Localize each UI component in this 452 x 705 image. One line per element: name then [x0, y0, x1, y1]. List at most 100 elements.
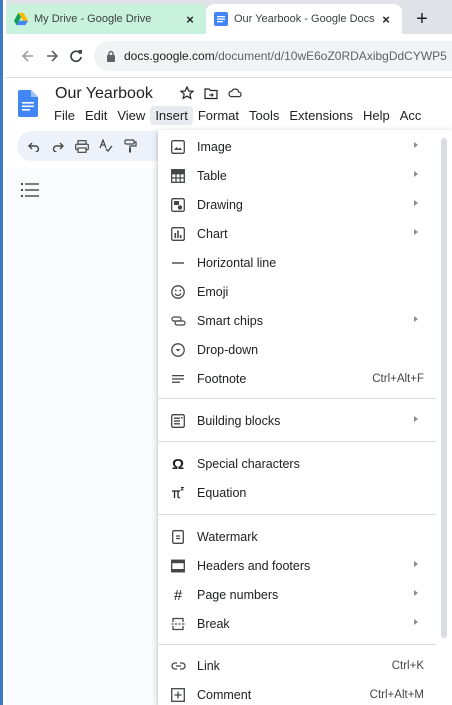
document-title[interactable]: Our Yearbook	[55, 85, 153, 103]
docs-menubar: File Edit View Insert Format Tools Exten…	[49, 106, 426, 125]
smart-chips-icon	[170, 313, 186, 329]
chart-icon	[170, 226, 186, 242]
menu-item-label: Building blocks	[197, 414, 281, 428]
menu-item-image[interactable]: Image	[158, 133, 436, 161]
hash-icon: #	[173, 586, 183, 604]
menu-item-shortcut: Ctrl+Alt+M	[369, 689, 424, 701]
menu-item-horizontal-line[interactable]: Horizontal line	[158, 249, 436, 277]
menu-file[interactable]: File	[49, 106, 80, 125]
tab-my-drive[interactable]: My Drive - Google Drive ×	[6, 4, 206, 34]
watermark-icon	[170, 529, 186, 545]
new-tab-button[interactable]: +	[402, 4, 442, 34]
docs-logo-icon[interactable]	[18, 90, 38, 117]
browser-tab-strip: My Drive - Google Drive × Our Yearbook -…	[6, 0, 452, 34]
menu-item-label: Break	[197, 617, 230, 631]
submenu-arrow-icon	[414, 619, 418, 625]
menu-item-label: Drawing	[197, 198, 243, 212]
lock-icon	[107, 50, 115, 62]
menu-item-shortcut: Ctrl+K	[391, 660, 424, 672]
menu-help[interactable]: Help	[358, 106, 395, 125]
address-bar[interactable]: docs.google.com/document/d/10wE6oZ0RDAxi…	[94, 40, 452, 71]
link-icon	[170, 658, 186, 674]
menu-item-chart[interactable]: Chart	[158, 220, 436, 248]
close-tab-icon[interactable]: ×	[182, 12, 198, 27]
submenu-arrow-icon	[414, 229, 418, 235]
url-host: docs.google.com	[124, 48, 215, 63]
menu-item-label: Headers and footers	[197, 559, 311, 573]
menu-item-label: Comment	[197, 688, 252, 702]
menu-edit[interactable]: Edit	[80, 106, 112, 125]
back-arrow-icon[interactable]	[16, 44, 40, 68]
menu-item-drawing[interactable]: Drawing	[158, 191, 436, 219]
insert-menu: Image Table Drawing Chart Horizontal lin…	[158, 130, 452, 705]
menu-item-label: Table	[197, 169, 227, 183]
menu-scrollbar[interactable]	[441, 138, 447, 638]
cloud-status-icon[interactable]	[228, 86, 242, 100]
drawing-icon	[170, 197, 186, 213]
submenu-arrow-icon	[414, 200, 418, 206]
menu-item-label: Special characters	[197, 457, 300, 471]
menu-item-break[interactable]: Break	[158, 610, 436, 638]
submenu-arrow-icon	[414, 142, 418, 148]
move-folder-icon[interactable]	[204, 86, 218, 100]
menu-view[interactable]: View	[112, 106, 150, 125]
menu-item-label: Chart	[197, 227, 228, 241]
menu-separator	[158, 514, 436, 515]
browser-toolbar: docs.google.com/document/d/10wE6oZ0RDAxi…	[6, 34, 452, 78]
tab-title: My Drive - Google Drive	[34, 13, 152, 25]
menu-item-comment[interactable]: Comment Ctrl+Alt+M	[158, 681, 436, 705]
menu-item-label: Link	[197, 659, 220, 673]
close-tab-icon[interactable]: ×	[378, 12, 394, 27]
menu-item-special-characters[interactable]: Ω Special characters	[158, 450, 436, 478]
menu-item-label: Image	[197, 140, 232, 154]
menu-format[interactable]: Format	[193, 106, 244, 125]
submenu-arrow-icon	[414, 561, 418, 567]
docs-header: Our Yearbook File Edit View Insert Forma…	[6, 78, 452, 128]
forward-arrow-icon[interactable]	[40, 44, 64, 68]
menu-item-dropdown[interactable]: Drop-down	[158, 336, 436, 364]
submenu-arrow-icon	[414, 590, 418, 596]
print-icon[interactable]	[73, 137, 91, 155]
menu-extensions[interactable]: Extensions	[284, 106, 358, 125]
menu-separator	[158, 644, 436, 645]
menu-item-shortcut: Ctrl+Alt+F	[372, 373, 424, 385]
menu-item-emoji[interactable]: Emoji	[158, 278, 436, 306]
menu-item-building-blocks[interactable]: Building blocks	[158, 407, 436, 435]
menu-separator	[158, 441, 436, 442]
menu-item-smart-chips[interactable]: Smart chips	[158, 307, 436, 335]
building-blocks-icon	[170, 413, 186, 429]
window-frame: My Drive - Google Drive × Our Yearbook -…	[0, 0, 452, 705]
reload-icon[interactable]	[64, 44, 88, 68]
menu-item-headers-and-footers[interactable]: Headers and footers	[158, 552, 436, 580]
redo-icon[interactable]	[49, 137, 67, 155]
menu-item-label: Smart chips	[197, 314, 263, 328]
tab-title: Our Yearbook - Google Docs	[234, 13, 375, 25]
tab-our-yearbook[interactable]: Our Yearbook - Google Docs ×	[206, 4, 402, 34]
document-outline-icon[interactable]	[21, 183, 39, 197]
menu-item-equation[interactable]: Equation	[158, 479, 436, 507]
edit-toolbar	[17, 131, 167, 161]
menu-item-label: Equation	[197, 486, 247, 500]
google-docs-icon	[214, 12, 228, 26]
menu-item-watermark[interactable]: Watermark	[158, 523, 436, 551]
menu-insert[interactable]: Insert	[150, 106, 193, 125]
menu-item-label: Page numbers	[197, 588, 279, 602]
menu-item-page-numbers[interactable]: # Page numbers	[158, 581, 436, 609]
menu-accessibility[interactable]: Acc	[395, 106, 427, 125]
menu-item-footnote[interactable]: Footnote Ctrl+Alt+F	[158, 365, 436, 393]
url-path: /document/d/10wE6oZ0RDAxibgDdCYWP5	[214, 48, 447, 63]
paint-format-icon[interactable]	[121, 137, 139, 155]
menu-item-link[interactable]: Link Ctrl+K	[158, 652, 436, 680]
comment-icon	[170, 687, 186, 703]
spellcheck-icon[interactable]	[97, 137, 115, 155]
star-icon[interactable]	[180, 86, 194, 100]
submenu-arrow-icon	[414, 171, 418, 177]
horizontal-line-icon	[170, 255, 186, 271]
menu-item-label: Horizontal line	[197, 256, 277, 270]
menu-tools[interactable]: Tools	[244, 106, 284, 125]
undo-icon[interactable]	[25, 137, 43, 155]
emoji-icon	[170, 284, 186, 300]
menu-item-table[interactable]: Table	[158, 162, 436, 190]
submenu-arrow-icon	[414, 416, 418, 422]
headers-footers-icon	[170, 558, 186, 574]
